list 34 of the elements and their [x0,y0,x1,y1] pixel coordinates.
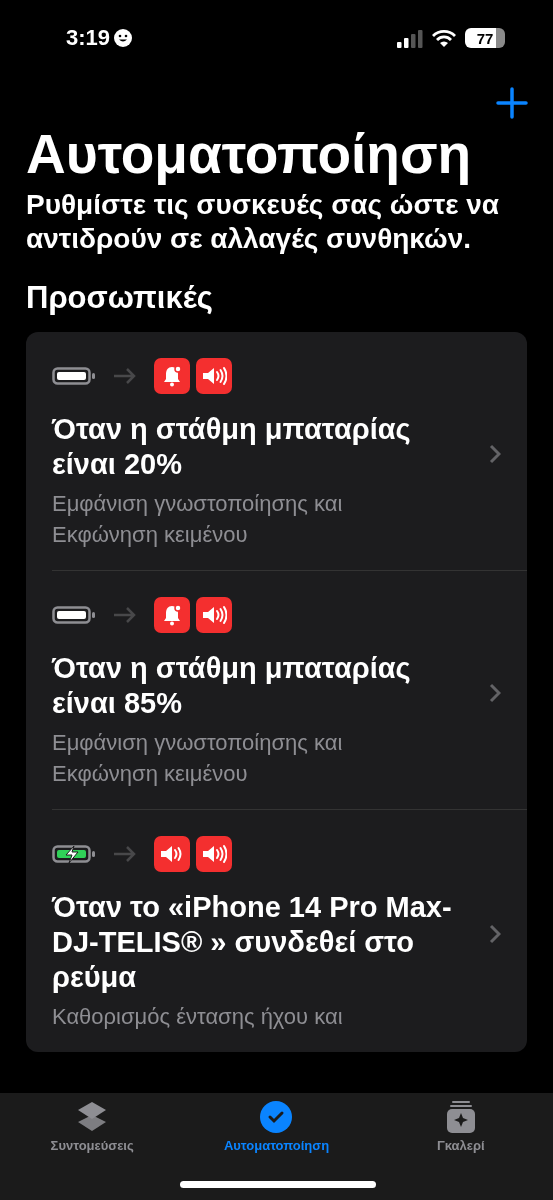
battery-icon [52,365,96,387]
chevron-icon [489,444,501,464]
status-time: 3:19 [66,25,111,51]
section-title: Προσωπικές [26,279,214,317]
chevron-icon [489,683,501,703]
page-subtitle: Ρυθμίστε τις συσκευές σας ώστε να αντιδρούν σε αλλαγές συνθηκών. [26,188,500,256]
chevron-icon [489,924,501,944]
battery-icon [52,604,96,626]
automation-description: Εμφάνιση γνωστοποίησης και Εκφώνηση κειμένου [52,729,344,788]
battery-level: 77 [465,28,505,48]
add-button[interactable] [495,86,529,120]
speaker-icon [196,836,232,872]
speaker-icon [196,597,232,633]
wifi-icon [431,28,457,48]
automation-title[interactable]: Όταν το «iPhone 14 Pro Max-DJ-TELIS® » συνδεθεί στο ρεύμα [52,890,472,995]
tab[interactable]: Αυτοματοποίηση [201,1099,352,1163]
automation-title[interactable]: Όταν η στάθμη μπαταρίας είναι 20% [52,412,472,482]
clock-check-icon [259,1100,294,1134]
page-title: Αυτοματοποίηση [26,124,473,184]
automation-title[interactable]: Όταν η στάθμη μπαταρίας είναι 85% [52,651,472,721]
arrow-icon [112,367,138,385]
notification-bell-icon [154,358,190,394]
automation-description: Καθορισμός έντασης ήχου και [52,1003,344,1031]
arrow-icon [112,845,138,863]
smiley-icon [114,29,133,47]
signal-icon [397,28,423,48]
tab[interactable]: Συντομεύσεις [17,1099,168,1163]
tab[interactable]: Γκαλερί [385,1099,536,1163]
notification-bell-icon [154,597,190,633]
speaker-icon [196,358,232,394]
charging-battery-icon [52,843,96,865]
speaker-icon [154,836,190,872]
automation-description: Εμφάνιση γνωστοποίησης και Εκφώνηση κειμένου [52,490,344,549]
arrow-icon [112,606,138,624]
